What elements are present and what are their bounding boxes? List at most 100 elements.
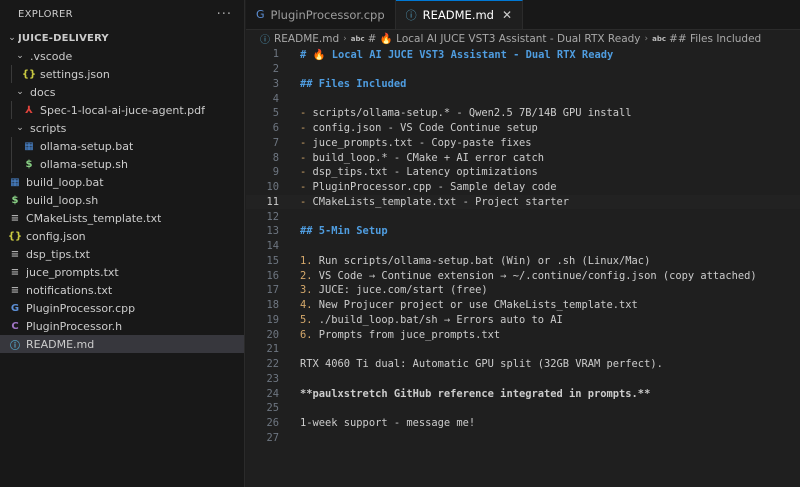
line-number: 22 — [266, 358, 279, 371]
code-line[interactable]: 6- config.json - VS Code Continue setup — [246, 121, 800, 136]
shell-file-icon: $ — [25, 158, 33, 170]
tree-item-label: notifications.txt — [26, 283, 113, 297]
file-item[interactable]: ≡ CMakeLists_template.txt — [0, 209, 244, 227]
chevron-right-icon: › — [343, 33, 347, 44]
file-item[interactable]: ≡ dsp_tips.txt — [0, 245, 244, 263]
code-line[interactable]: 11- CMakeLists_template.txt - Project st… — [246, 194, 800, 210]
code-line[interactable]: 21 — [246, 342, 800, 357]
info-icon: ⓘ — [260, 35, 270, 46]
file-item[interactable]: ≡ notifications.txt — [0, 281, 244, 299]
code-line[interactable]: 12 — [246, 209, 800, 224]
line-text: scripts/ollama-setup.* - Qwen2.5 7B/14B … — [306, 107, 632, 120]
folder-root[interactable]: ⌄ JUICE-DELIVERY — [0, 29, 244, 47]
code-line[interactable]: 24 **paulxstretch GitHub reference integr… — [246, 386, 800, 401]
line-number: 26 — [266, 417, 279, 430]
line-text: JUCE: juce.com/start (free) — [312, 284, 488, 297]
line-number: 2 — [272, 63, 279, 76]
code-line[interactable]: 27 — [246, 431, 800, 446]
file-item[interactable]: ▦ build_loop.bat — [0, 173, 244, 191]
file-item[interactable]: ▦ ollama-setup.bat — [0, 137, 244, 155]
breadcrumb-heading-2[interactable]: ## Files Included — [669, 33, 761, 45]
list-marker: 4. — [300, 299, 313, 312]
file-item[interactable]: $ ollama-setup.sh — [0, 155, 244, 173]
file-item[interactable]: {} settings.json — [0, 65, 244, 83]
file-item[interactable]: $ build_loop.sh — [0, 191, 244, 209]
info-icon: ⓘ — [10, 340, 20, 352]
breadcrumb-file[interactable]: README.md — [274, 33, 339, 45]
text-file-icon: ≡ — [10, 266, 20, 278]
text-file-icon: ≡ — [10, 212, 20, 224]
tab-plugin-processor-cpp[interactable]: G PluginProcessor.cpp — [246, 0, 396, 29]
code-line[interactable]: 22 RTX 4060 Ti dual: Automatic GPU split … — [246, 357, 800, 372]
file-item[interactable]: G PluginProcessor.cpp — [0, 299, 244, 317]
list-marker: 5. — [300, 313, 313, 326]
symbol-string-icon: abc — [350, 34, 365, 43]
code-line[interactable]: 1 # 🔥 Local AI JUCE VST3 Assistant - Dual… — [246, 47, 800, 62]
tab-readme-md[interactable]: ⓘ README.md ✕ — [395, 0, 524, 29]
code-line[interactable]: 19 5. ./build_loop.bat/sh → Errors auto t… — [246, 313, 800, 328]
code-line[interactable]: 5- scripts/ollama-setup.* - Qwen2.5 7B/1… — [246, 106, 800, 121]
folder-item[interactable]: ⌄ docs — [0, 83, 244, 101]
tab-label: README.md — [422, 8, 494, 22]
line-text: Run scripts/ollama-setup.bat (Win) or .s… — [312, 254, 651, 267]
line-number: 12 — [266, 210, 279, 223]
code-line[interactable]: 10- PluginProcessor.cpp - Sample delay c… — [246, 180, 800, 195]
code-line[interactable]: 18 4. New Projucer project or use CMakeLi… — [246, 298, 800, 313]
code-line[interactable]: 16 2. VS Code → Continue extension → ~/.c… — [246, 268, 800, 283]
code-line[interactable]: 17 3. JUCE: juce.com/start (free) — [246, 283, 800, 298]
breadcrumb-heading-1[interactable]: # 🔥 Local AI JUCE VST3 Assistant - Dual … — [368, 32, 641, 45]
code-line[interactable]: 26 1-week support - message me! — [246, 416, 800, 431]
tree-item-label: ollama-setup.bat — [40, 139, 134, 153]
breadcrumb: ⓘ README.md › abc # 🔥 Local AI JUCE VST3… — [246, 30, 800, 47]
code-line[interactable]: 7- juce_prompts.txt - Copy-paste fixes — [246, 136, 800, 151]
list-marker: 6. — [300, 328, 313, 341]
code-line[interactable]: 8- build_loop.* - CMake + AI error catch — [246, 150, 800, 165]
line-text: juce_prompts.txt - Copy-paste fixes — [306, 136, 532, 149]
tree-item-label: PluginProcessor.cpp — [26, 301, 136, 315]
code-line[interactable]: 23 — [246, 372, 800, 387]
folder-item[interactable]: ⌄ scripts — [0, 119, 244, 137]
code-line[interactable]: 13 ## 5-Min Setup — [246, 224, 800, 239]
code-line[interactable]: 15 1. Run scripts/ollama-setup.bat (Win) … — [246, 254, 800, 269]
line-number: 8 — [272, 151, 279, 164]
file-item[interactable]: C PluginProcessor.h — [0, 317, 244, 335]
file-item[interactable]: ⅄ Spec-1-local-ai-juce-agent.pdf — [0, 101, 244, 119]
root-folder-label: JUICE-DELIVERY — [18, 32, 109, 44]
code-line[interactable]: 2 — [246, 62, 800, 77]
indent-guide — [11, 65, 12, 83]
shell-file-icon: $ — [11, 194, 19, 206]
code-line[interactable]: 9- dsp_tips.txt - Latency optimizations — [246, 165, 800, 180]
line-number: 27 — [266, 431, 279, 444]
code-line[interactable]: 14 — [246, 239, 800, 254]
tree-item-label: docs — [30, 85, 56, 99]
code-line[interactable]: 4 — [246, 91, 800, 106]
json-file-icon: {} — [21, 68, 37, 80]
tree-item-label: .vscode — [30, 49, 73, 63]
file-item[interactable]: {} config.json — [0, 227, 244, 245]
code-line[interactable]: 3 ## Files Included — [246, 77, 800, 92]
indent-guide — [11, 155, 12, 173]
file-item[interactable]: ⓘ README.md — [0, 335, 244, 353]
line-text: 1-week support - message me! — [300, 417, 476, 430]
line-text: build_loop.* - CMake + AI error catch — [306, 151, 544, 164]
explorer-title: EXPLORER — [18, 9, 73, 20]
line-text: ## 5-Min Setup — [300, 225, 388, 238]
code-editor[interactable]: 1 # 🔥 Local AI JUCE VST3 Assistant - Dual… — [246, 47, 800, 445]
tree-item-label: ollama-setup.sh — [40, 157, 128, 171]
line-number: 25 — [266, 402, 279, 415]
file-item[interactable]: ≡ juce_prompts.txt — [0, 263, 244, 281]
code-line[interactable]: 25 — [246, 401, 800, 416]
line-text: dsp_tips.txt - Latency optimizations — [306, 166, 538, 179]
folder-item[interactable]: ⌄ .vscode — [0, 47, 244, 65]
line-number: 13 — [266, 225, 279, 238]
tree-item-label: juce_prompts.txt — [26, 265, 119, 279]
tree-item-label: config.json — [26, 229, 86, 243]
line-number: 24 — [266, 387, 279, 400]
more-actions-icon[interactable]: ··· — [217, 7, 232, 22]
line-text: VS Code → Continue extension → ~/.contin… — [312, 269, 757, 282]
line-number: 6 — [272, 122, 279, 135]
line-number: 17 — [266, 284, 279, 297]
code-line[interactable]: 20 6. Prompts from juce_prompts.txt — [246, 327, 800, 342]
symbol-string-icon: abc — [652, 34, 667, 43]
close-icon[interactable]: ✕ — [502, 8, 512, 22]
